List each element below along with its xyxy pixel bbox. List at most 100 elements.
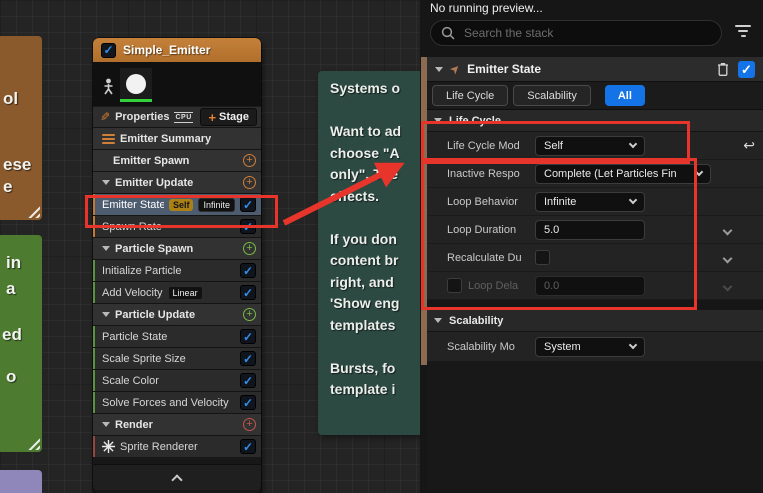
check-icon: ✓	[243, 199, 253, 211]
collapse-arrow-icon[interactable]	[102, 246, 110, 251]
add-renderer-icon[interactable]: +	[243, 418, 256, 431]
resize-handle-icon[interactable]	[25, 435, 40, 450]
filter-icon[interactable]	[735, 25, 751, 37]
row-emitter-update[interactable]: Emitter Update +	[93, 172, 261, 193]
filter-scalability-button[interactable]: Scalability	[513, 85, 591, 106]
property-row-life-cycle-mode: Life Cycle Mod Self ↩	[427, 132, 763, 160]
delete-module-icon[interactable]	[715, 61, 731, 77]
loop-delay-enable-checkbox[interactable]	[447, 278, 462, 293]
row-particle-spawn[interactable]: Particle Spawn +	[93, 238, 261, 259]
search-input[interactable]	[462, 25, 711, 41]
emitter-node-header[interactable]: ✓ Simple_Emitter	[93, 38, 261, 62]
module-enabled-checkbox[interactable]: ✓	[240, 219, 256, 234]
note-text-fragment: in	[6, 253, 21, 273]
inactive-response-dropdown[interactable]: Complete (Let Particles Fin	[535, 164, 711, 184]
group-scalability[interactable]: Scalability	[427, 310, 763, 332]
search-bar[interactable]	[430, 20, 722, 46]
search-icon	[441, 26, 455, 40]
linear-badge: Linear	[168, 286, 203, 300]
collapse-arrow-icon[interactable]	[102, 312, 110, 317]
filter-all-button[interactable]: All	[605, 85, 645, 106]
emitter-stack-list: Emitter Summary Emitter Spawn + Emitter …	[93, 128, 261, 457]
property-row-recalculate-duration: Recalculate Du	[427, 244, 763, 272]
collapse-arrow-icon[interactable]	[434, 318, 442, 323]
scalability-mode-dropdown[interactable]: System	[535, 337, 645, 357]
note-text-fragment: ol ese e	[0, 36, 42, 198]
row-spawn-rate[interactable]: Spawn Rate ✓	[93, 216, 261, 237]
emitter-node[interactable]: ✓ Simple_Emitter ✎ Properties CPU + Stag…	[93, 38, 261, 493]
loop-behavior-dropdown[interactable]: Infinite	[535, 192, 645, 212]
module-enabled-checkbox[interactable]: ✓	[240, 197, 256, 212]
properties-label[interactable]: Properties	[115, 111, 169, 123]
emitter-node-title: Simple_Emitter	[123, 43, 210, 57]
preview-status-text: No running preview...	[430, 1, 543, 15]
emitter-preview-strip	[93, 62, 261, 106]
add-stage-button[interactable]: + Stage	[200, 108, 257, 126]
row-add-velocity[interactable]: Add Velocity Linear ✓	[93, 282, 261, 303]
row-particle-update[interactable]: Particle Update +	[93, 304, 261, 325]
emitter-toolbar: ✎ Properties CPU + Stage	[93, 106, 261, 128]
collapse-arrow-icon[interactable]	[434, 118, 442, 123]
niagara-editor-window: ol ese e in a ed o ✓ Simple_Emitter	[0, 0, 763, 493]
check-icon: ✓	[243, 397, 253, 409]
emitter-thumbnail[interactable]	[120, 68, 152, 102]
row-sprite-renderer[interactable]: Sprite Renderer ✓	[93, 436, 261, 457]
category-filter-bar: Life Cycle Scalability All	[427, 82, 763, 110]
collapse-arrow-icon[interactable]	[435, 67, 443, 72]
chevron-down-icon	[629, 140, 637, 148]
row-scale-sprite-size[interactable]: Scale Sprite Size ✓	[93, 348, 261, 369]
module-enabled-checkbox[interactable]: ✓	[240, 439, 256, 454]
row-emitter-spawn[interactable]: Emitter Spawn +	[93, 150, 261, 171]
add-module-icon[interactable]: +	[243, 154, 256, 167]
comment-note-purple[interactable]	[0, 470, 42, 493]
comment-note-brown[interactable]: ol ese e	[0, 36, 42, 220]
infinite-badge: Infinite	[198, 198, 235, 212]
module-enabled-checkbox[interactable]: ✓	[240, 373, 256, 388]
property-row-loop-behavior: Loop Behavior Infinite	[427, 188, 763, 216]
check-icon: ✓	[243, 265, 253, 277]
module-enabled-checkbox[interactable]: ✓	[240, 395, 256, 410]
loop-delay-input[interactable]	[535, 276, 645, 296]
filter-life-cycle-button[interactable]: Life Cycle	[432, 85, 508, 106]
life-cycle-mode-dropdown[interactable]: Self	[535, 136, 645, 156]
collapse-arrow-icon[interactable]	[102, 422, 110, 427]
module-enabled-checkbox[interactable]: ✓	[240, 285, 256, 300]
comment-note-green[interactable]: in a ed o	[0, 235, 42, 452]
edit-properties-icon[interactable]: ✎	[100, 110, 110, 124]
resize-handle-icon[interactable]	[25, 203, 40, 218]
add-module-icon[interactable]: +	[243, 308, 256, 321]
row-scale-color[interactable]: Scale Color ✓	[93, 370, 261, 391]
self-badge: Self	[169, 199, 194, 211]
row-emitter-state[interactable]: Emitter State Self Infinite ✓	[93, 194, 261, 215]
row-initialize-particle[interactable]: Initialize Particle ✓	[93, 260, 261, 281]
row-render[interactable]: Render +	[93, 414, 261, 435]
stack-content: ➤ Emitter State ✓ Life Cycle Scalability…	[427, 57, 763, 490]
emitter-enabled-checkbox[interactable]: ✓	[101, 43, 116, 58]
loop-duration-input[interactable]	[535, 220, 645, 240]
note-text-fragment: a	[6, 279, 15, 299]
graph-canvas[interactable]: ol ese e in a ed o ✓ Simple_Emitter	[0, 0, 420, 493]
add-module-icon[interactable]: +	[243, 176, 256, 189]
row-particle-state[interactable]: Particle State ✓	[93, 326, 261, 347]
group-life-cycle[interactable]: Life Cycle	[427, 110, 763, 132]
check-icon: ✓	[103, 44, 113, 56]
emitter-state-header[interactable]: ➤ Emitter State ✓	[427, 57, 763, 82]
chevron-down-icon	[695, 168, 703, 176]
row-emitter-summary[interactable]: Emitter Summary	[93, 128, 261, 149]
row-solve-forces-velocity[interactable]: Solve Forces and Velocity ✓	[93, 392, 261, 413]
module-enabled-checkbox[interactable]: ✓	[240, 263, 256, 278]
check-icon: ✓	[243, 375, 253, 387]
reset-to-default-icon[interactable]: ↩	[743, 137, 755, 154]
module-enabled-checkbox[interactable]: ✓	[240, 329, 256, 344]
comment-note-teal[interactable]: Systems o Want to ad choose "A only". Th…	[318, 71, 420, 435]
add-module-icon[interactable]: +	[243, 242, 256, 255]
recalculate-checkbox[interactable]	[535, 250, 550, 265]
check-icon: ✓	[243, 441, 253, 453]
module-enabled-checkbox[interactable]: ✓	[240, 351, 256, 366]
collapse-arrow-icon[interactable]	[102, 180, 110, 185]
collapse-node-button[interactable]	[93, 464, 261, 490]
chevron-up-icon	[171, 474, 182, 485]
module-enabled-checkbox[interactable]: ✓	[738, 61, 755, 78]
stack-empty-area	[427, 362, 763, 490]
module-arrow-icon: ➤	[447, 60, 464, 77]
